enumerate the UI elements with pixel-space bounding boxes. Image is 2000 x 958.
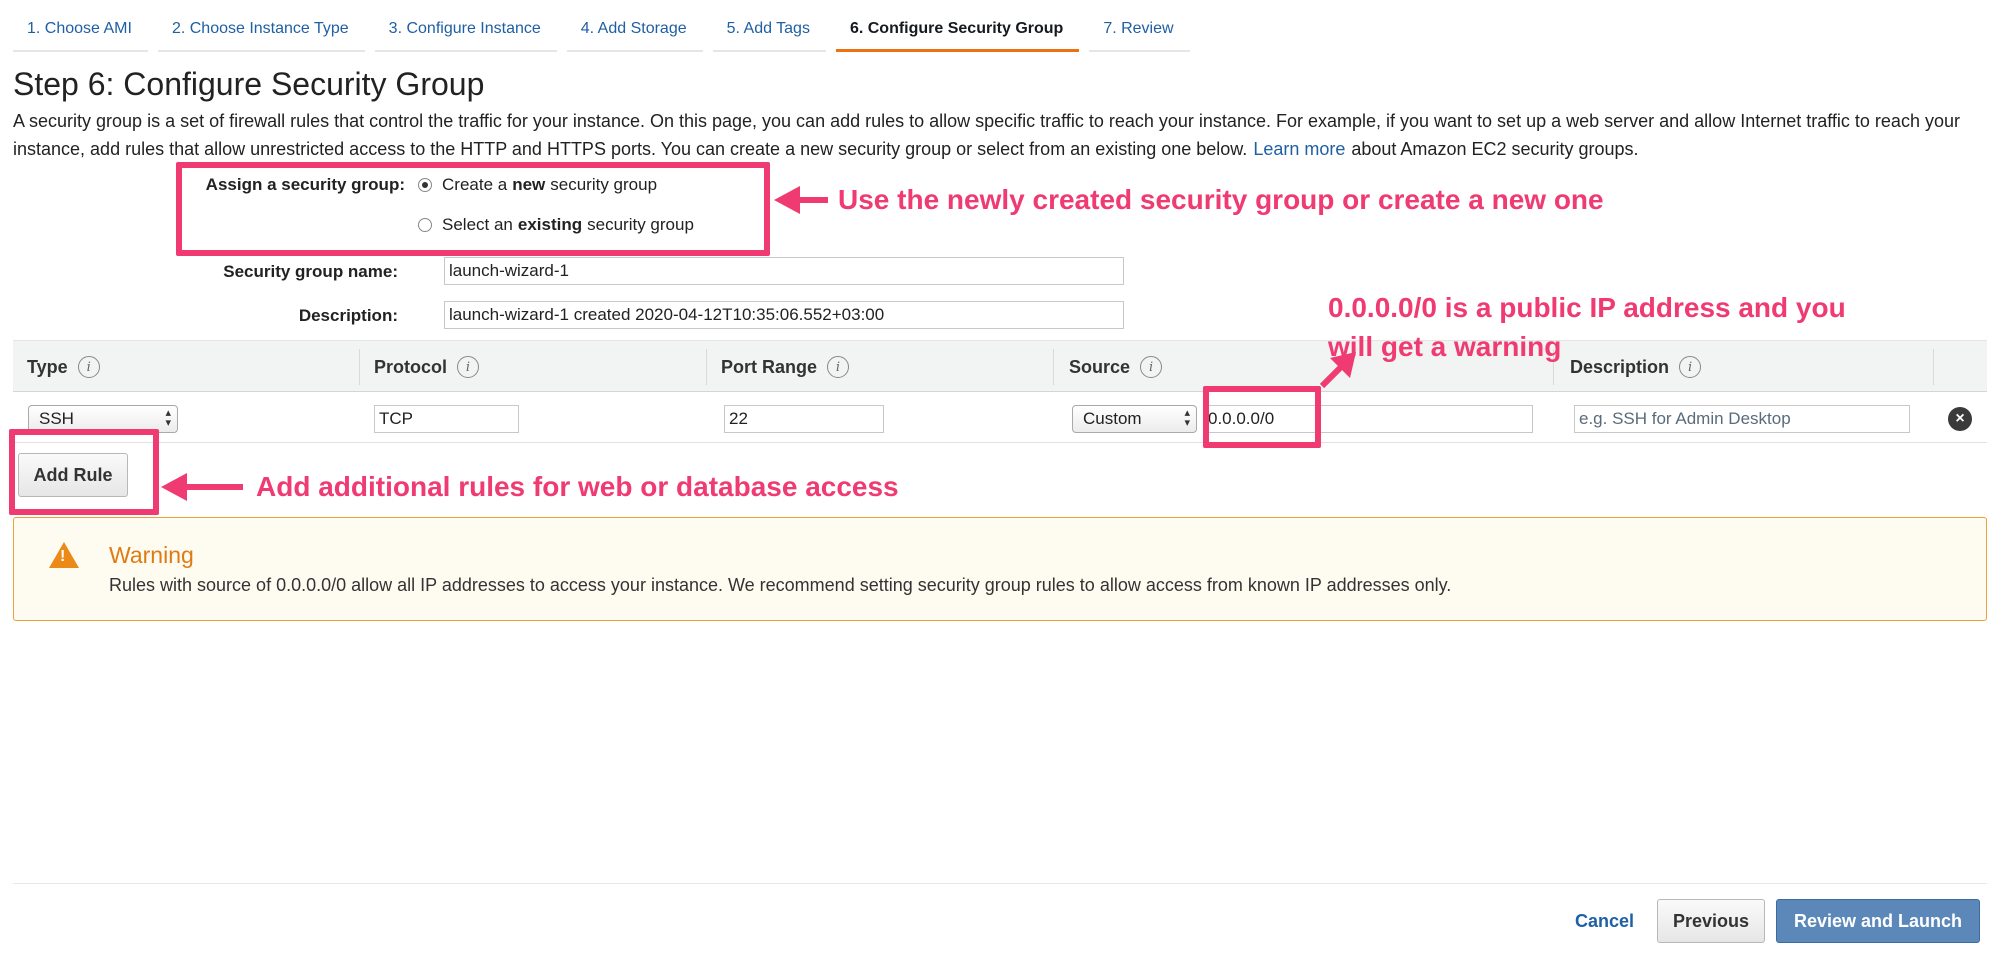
callout-source-line1: 0.0.0.0/0 is a public IP address and you — [1328, 292, 1846, 323]
info-icon[interactable]: i — [77, 356, 100, 378]
highlight-source-cidr — [1203, 386, 1321, 448]
column-divider — [1933, 349, 1934, 385]
callout-assign-group: Use the newly created security group or … — [838, 184, 1604, 215]
learn-more-link[interactable]: Learn more — [1253, 139, 1345, 159]
select-arrows-icon: ▴ ▾ — [165, 407, 171, 429]
info-icon[interactable]: i — [1679, 356, 1702, 378]
rule-protocol-field: TCP — [374, 405, 519, 433]
intro-suffix: about Amazon EC2 security groups. — [1351, 139, 1639, 159]
page-title: Step 6: Configure Security Group — [13, 66, 485, 102]
col-description-label: Description — [1570, 356, 1670, 377]
select-arrows-icon: ▴ ▾ — [1184, 407, 1190, 429]
col-protocol: Protocol i — [374, 356, 480, 378]
arrow-left-icon — [774, 186, 828, 214]
wizard-tabs: 1. Choose AMI 2. Choose Instance Type 3.… — [13, 14, 1200, 52]
tab-add-tags[interactable]: 5. Add Tags — [712, 14, 826, 52]
col-port-range: Port Range i — [721, 356, 850, 378]
highlight-add-rule — [9, 429, 159, 515]
tab-choose-ami[interactable]: 1. Choose AMI — [13, 14, 148, 52]
rules-table-header: Type i Protocol i Port Range i Source i Desc… — [13, 340, 1987, 392]
rule-description-input[interactable]: e.g. SSH for Admin Desktop — [1574, 405, 1910, 433]
warning-text: Rules with source of 0.0.0.0/0 allow all… — [109, 575, 1452, 595]
group-description-input[interactable]: launch-wizard-1 created 2020-04-12T10:35… — [444, 301, 1124, 329]
rule-type-value: SSH — [39, 409, 74, 428]
tab-configure-instance[interactable]: 3. Configure Instance — [374, 14, 557, 52]
rule-port-range-field[interactable]: 22 — [724, 405, 884, 433]
col-description: Description i — [1570, 356, 1702, 378]
group-description-label: Description: — [298, 306, 398, 325]
column-divider — [1053, 349, 1054, 385]
col-protocol-label: Protocol — [374, 356, 448, 377]
footer-divider — [13, 883, 1987, 884]
info-icon[interactable]: i — [457, 356, 480, 378]
group-name-label: Security group name: — [223, 262, 398, 281]
intro-text: A security group is a set of firewall ru… — [13, 107, 1993, 163]
group-name-input[interactable]: launch-wizard-1 — [444, 257, 1124, 285]
previous-button[interactable]: Previous — [1657, 899, 1765, 943]
row-divider — [13, 442, 1987, 443]
callout-source-line2: will get a warning — [1328, 331, 1562, 362]
col-source-label: Source — [1069, 356, 1131, 377]
tab-add-storage[interactable]: 4. Add Storage — [566, 14, 703, 52]
tab-configure-security-group[interactable]: 6. Configure Security Group — [835, 14, 1080, 52]
remove-rule-icon[interactable]: × — [1948, 407, 1972, 431]
col-source: Source i — [1069, 356, 1163, 378]
callout-add-rule: Add additional rules for web or database… — [256, 471, 899, 502]
warning-box: ! Warning Rules with source of 0.0.0.0/0… — [13, 517, 1987, 621]
col-type-label: Type — [27, 356, 68, 377]
column-divider — [359, 349, 360, 385]
highlight-assign-group — [176, 162, 770, 256]
cancel-button[interactable]: Cancel — [1575, 911, 1634, 932]
info-icon[interactable]: i — [827, 356, 850, 378]
rule-source-type-value: Custom — [1083, 409, 1142, 428]
warning-title: Warning — [109, 542, 194, 568]
review-and-launch-button[interactable]: Review and Launch — [1776, 899, 1980, 943]
tab-review[interactable]: 7. Review — [1089, 14, 1190, 52]
info-icon[interactable]: i — [1140, 356, 1163, 378]
column-divider — [706, 349, 707, 385]
rule-source-select[interactable]: Custom ▴ ▾ — [1072, 405, 1197, 433]
intro-body: A security group is a set of firewall ru… — [13, 111, 1960, 159]
col-port-range-label: Port Range — [721, 356, 818, 377]
warning-triangle-icon: ! — [49, 542, 79, 568]
tab-choose-instance-type[interactable]: 2. Choose Instance Type — [157, 14, 365, 52]
arrow-left-icon — [161, 473, 243, 501]
col-type: Type i — [27, 356, 100, 378]
